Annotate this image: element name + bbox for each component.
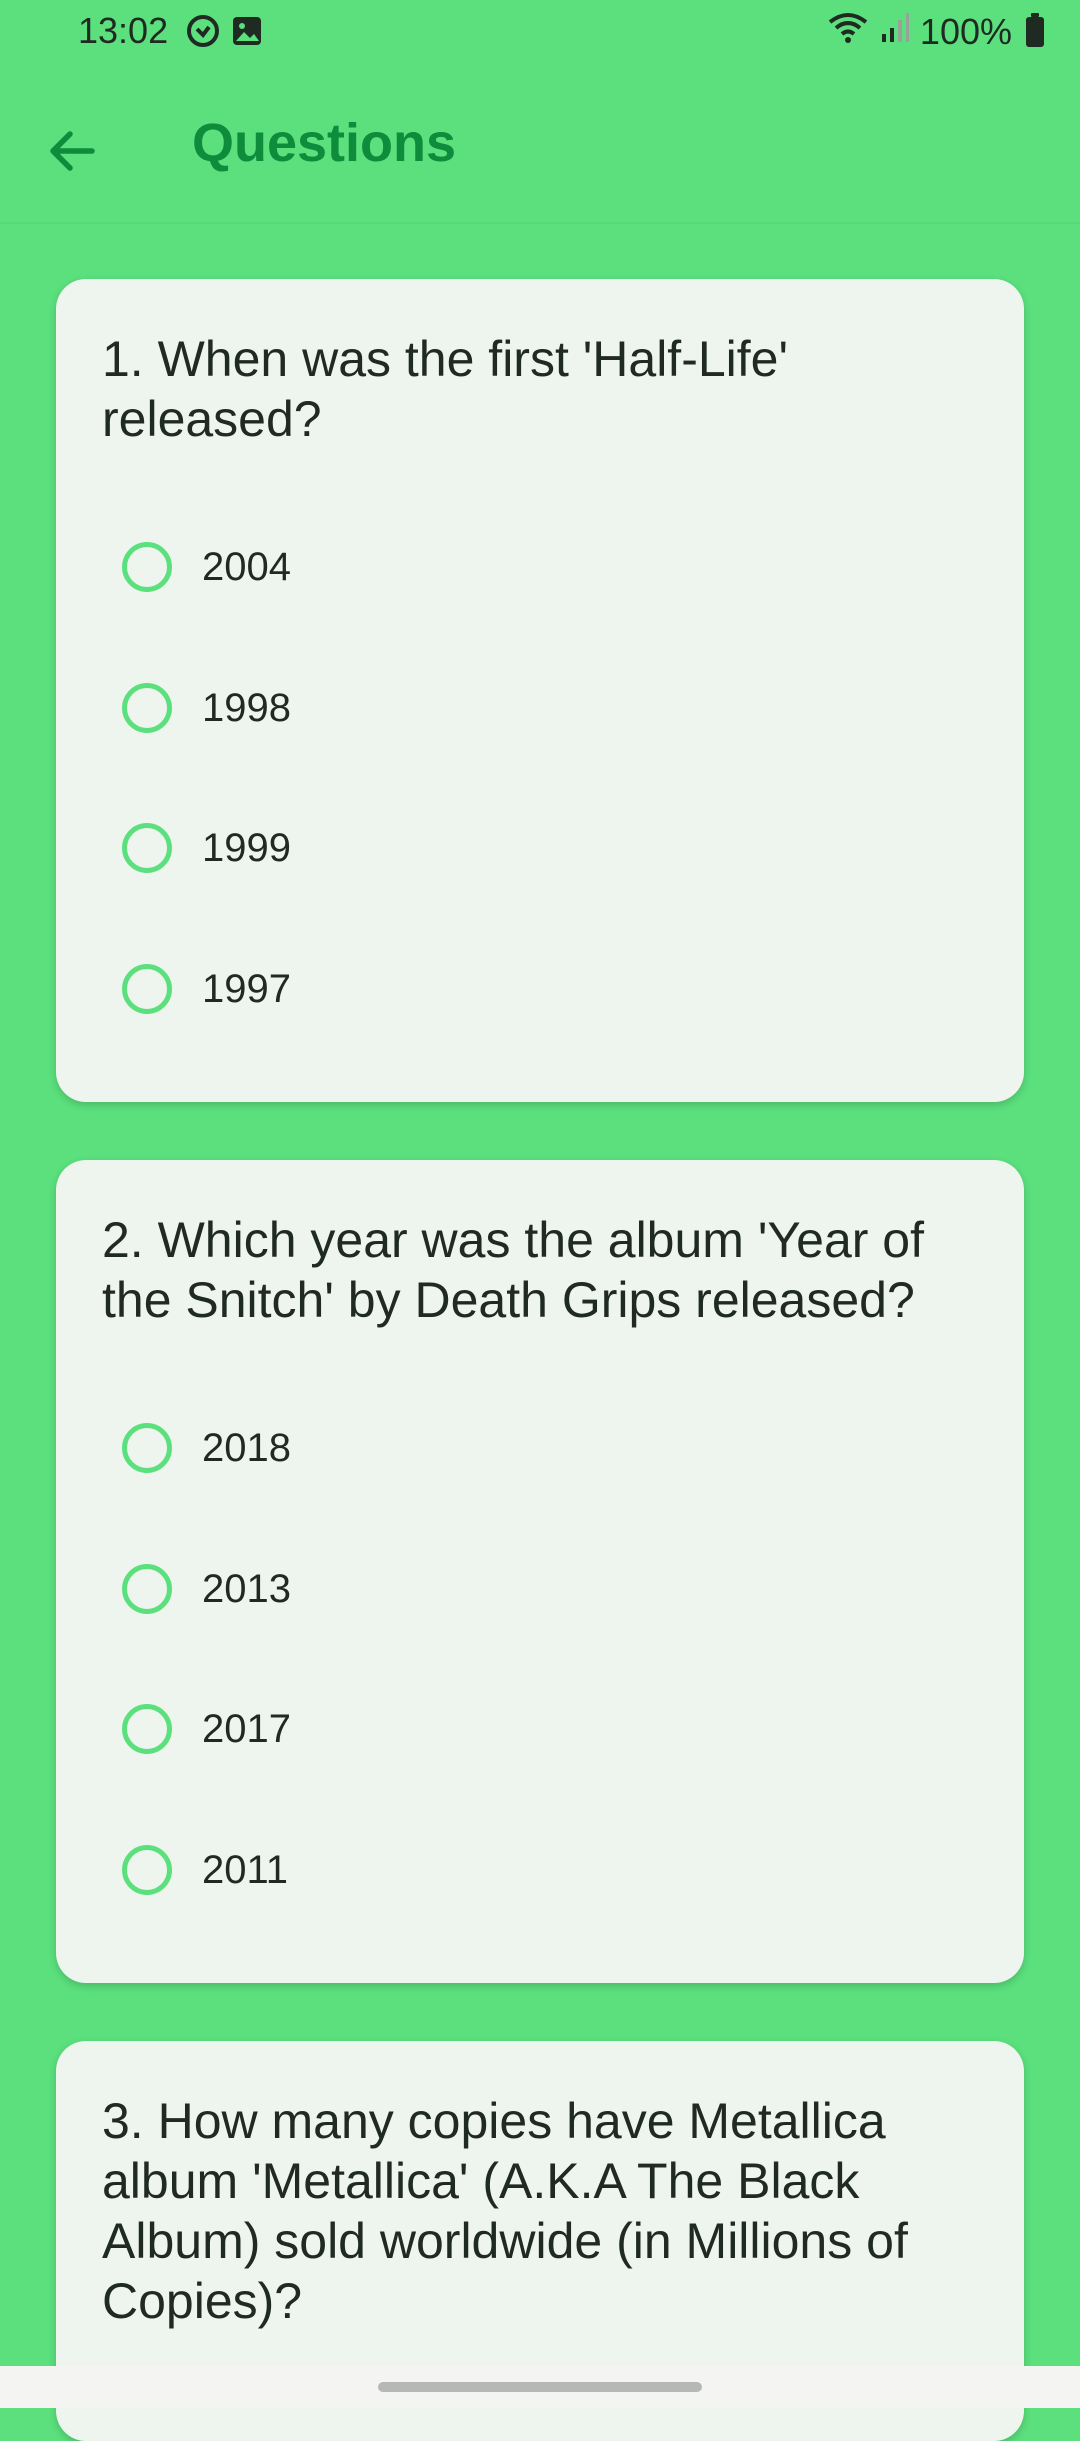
question-card: 1. When was the first 'Half-Life' releas… [56, 279, 1024, 1102]
app-bar-divider [0, 222, 1080, 224]
option-label: 2017 [202, 1706, 291, 1751]
radio-button[interactable] [122, 683, 172, 733]
arrow-left-icon [50, 131, 95, 171]
question-card: 2. Which year was the album 'Year of the… [56, 1160, 1024, 1983]
app-bar: Questions [0, 66, 1080, 224]
radio-button[interactable] [122, 542, 172, 592]
option-label: 1999 [202, 825, 291, 870]
battery-icon [1026, 12, 1044, 47]
system-status: 100% [826, 10, 1044, 53]
sync-icon [186, 14, 220, 48]
page-title: Questions [192, 113, 457, 173]
option-label: 2018 [202, 1425, 291, 1470]
option-label: 1998 [202, 685, 291, 730]
answer-option[interactable]: 1999 [122, 798, 962, 898]
option-label: 2011 [202, 1847, 289, 1892]
question-text: 3. How many copies have Metallica album … [102, 2093, 908, 2329]
answer-option[interactable]: 2004 [122, 517, 962, 617]
answer-option[interactable]: 1998 [122, 658, 962, 758]
radio-button[interactable] [122, 1845, 172, 1895]
navigation-bar [0, 2366, 1080, 2408]
notification-icons [186, 14, 264, 48]
home-gesture-handle[interactable] [378, 2382, 702, 2392]
radio-button[interactable] [122, 823, 172, 873]
answer-option[interactable]: 2017 [122, 1679, 962, 1779]
answer-option[interactable]: 1997 [122, 939, 962, 1039]
radio-button[interactable] [122, 1423, 172, 1473]
answer-option[interactable]: 2018 [122, 1398, 962, 1498]
question-text: 2. Which year was the album 'Year of the… [102, 1212, 924, 1328]
wifi-icon [826, 10, 870, 53]
option-label: 2013 [202, 1566, 291, 1611]
radio-button[interactable] [122, 1704, 172, 1754]
radio-button[interactable] [122, 1564, 172, 1614]
status-bar: 13:02 100% [0, 0, 1080, 66]
radio-button[interactable] [122, 964, 172, 1014]
image-icon [230, 14, 264, 48]
answer-option[interactable]: 2013 [122, 1539, 962, 1639]
answer-option[interactable]: 2011 [122, 1820, 962, 1920]
option-label: 1997 [202, 966, 291, 1011]
option-label: 2004 [202, 544, 291, 589]
back-button[interactable] [36, 115, 108, 187]
signal-icon [880, 10, 910, 53]
question-text: 1. When was the first 'Half-Life' releas… [102, 331, 789, 447]
battery-percent: 100% [919, 10, 1012, 52]
status-time: 13:02 [78, 10, 169, 51]
